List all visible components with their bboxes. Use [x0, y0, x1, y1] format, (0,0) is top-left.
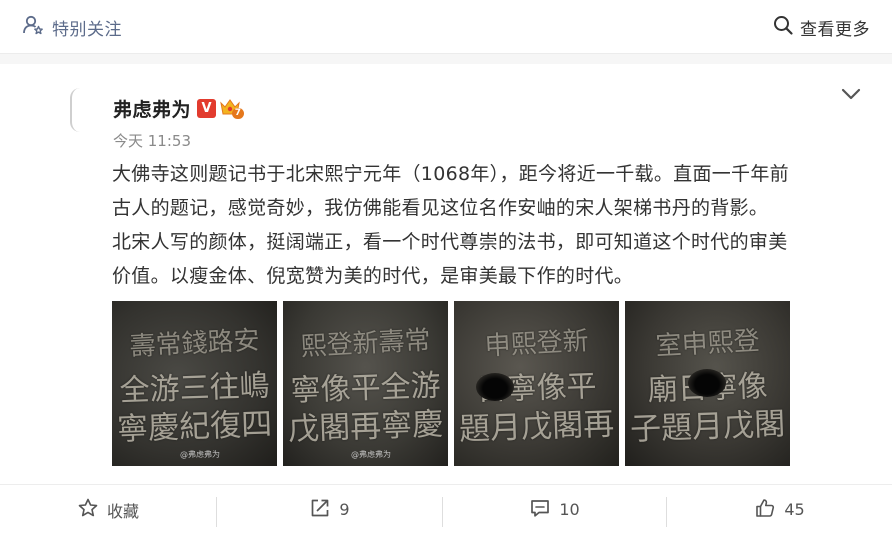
top-bar: 特别关注 查看更多 [0, 0, 892, 54]
verified-badge: V [197, 98, 217, 118]
post-text-line: 古人的题记，感觉奇妙，我仿佛能看见这位名作安岫的宋人架梯书丹的背影。 [112, 197, 769, 219]
crown-icon: 7 [220, 98, 245, 119]
inscription-row: 室申熙登 [654, 326, 761, 362]
thumbs-up-icon [754, 497, 776, 523]
weibo-post-card: 弗虑弗为 V 7 今天 11:53 大佛寺这则题记书于北宋熙宁元年（1068年）… [0, 64, 892, 484]
image-watermark: @弗虑弗为 [351, 450, 391, 459]
level-badge: 7 [231, 108, 245, 119]
post-image[interactable]: 申熙登新 日寧像平 題月戊閣再 [454, 301, 619, 466]
image-grid: 壽常錢路安 全游三往嶋 寧慶紀復四 @弗虑弗为 熙登新壽常 寧像平全游 戊閣再寧… [112, 301, 792, 467]
like-button[interactable]: 45 [667, 485, 892, 533]
inscription-row: 子題月戊閣 [629, 406, 786, 448]
special-follow-button[interactable]: 特别关注 [22, 14, 122, 40]
repost-count: 9 [339, 500, 350, 519]
repost-button[interactable]: 9 [217, 485, 442, 533]
inscription-row: 戊閣再寧慶 [287, 406, 444, 448]
post-image[interactable]: 室申熙登 廟日寧像 子題月戊閣 [625, 301, 790, 466]
post-text: 大佛寺这则题记书于北宋熙宁元年（1068年），距今将近一千载。直面一千年前 古人… [112, 157, 872, 293]
stone-hole [688, 369, 726, 397]
favorite-button[interactable]: 收藏 [0, 485, 216, 533]
comment-count: 10 [559, 500, 580, 519]
post-image[interactable]: 壽常錢路安 全游三往嶋 寧慶紀復四 @弗虑弗为 [112, 301, 277, 466]
special-follow-label: 特别关注 [52, 19, 122, 40]
author-row: 弗虑弗为 V 7 [113, 95, 245, 122]
post-text-line: 北宋人写的颜体，挺阔端正，看一个时代尊崇的法书，即可知道这个时代的审美 [112, 231, 788, 253]
image-watermark: @弗虑弗为 [180, 450, 220, 459]
post-text-line: 价值。以瘦金体、倪宽赞为美的时代，是审美最下作的时代。 [112, 265, 634, 287]
special-follow-icon [22, 14, 44, 40]
section-gap [0, 54, 892, 64]
star-icon [77, 497, 99, 523]
comment-icon [529, 497, 551, 523]
inscription-row: 寧慶紀復四 [116, 406, 273, 448]
post-image[interactable]: 熙登新壽常 寧像平全游 戊閣再寧慶 @弗虑弗为 [283, 301, 448, 466]
see-more-button[interactable]: 查看更多 [772, 14, 870, 40]
like-count: 45 [784, 500, 805, 519]
favorite-label: 收藏 [106, 501, 139, 521]
search-icon [772, 14, 794, 40]
repost-icon [309, 497, 331, 523]
post-text-line: 大佛寺这则题记书于北宋熙宁元年（1068年），距今将近一千载。直面一千年前 [112, 163, 789, 185]
stone-hole [476, 373, 514, 401]
author-name[interactable]: 弗虑弗为 [113, 95, 191, 122]
inscription-row: 申熙登新 [483, 326, 590, 362]
inscription-row: 題月戊閣再 [458, 406, 615, 448]
action-bar: 收藏 9 10 45 [0, 484, 892, 533]
see-more-label: 查看更多 [800, 19, 870, 40]
inscription-row: 壽常錢路安 [128, 325, 261, 363]
comment-button[interactable]: 10 [443, 485, 666, 533]
avatar[interactable] [70, 88, 82, 132]
chevron-down-icon[interactable] [840, 86, 862, 105]
inscription-row: 熙登新壽常 [299, 325, 432, 363]
post-time: 今天 11:53 [113, 132, 191, 150]
